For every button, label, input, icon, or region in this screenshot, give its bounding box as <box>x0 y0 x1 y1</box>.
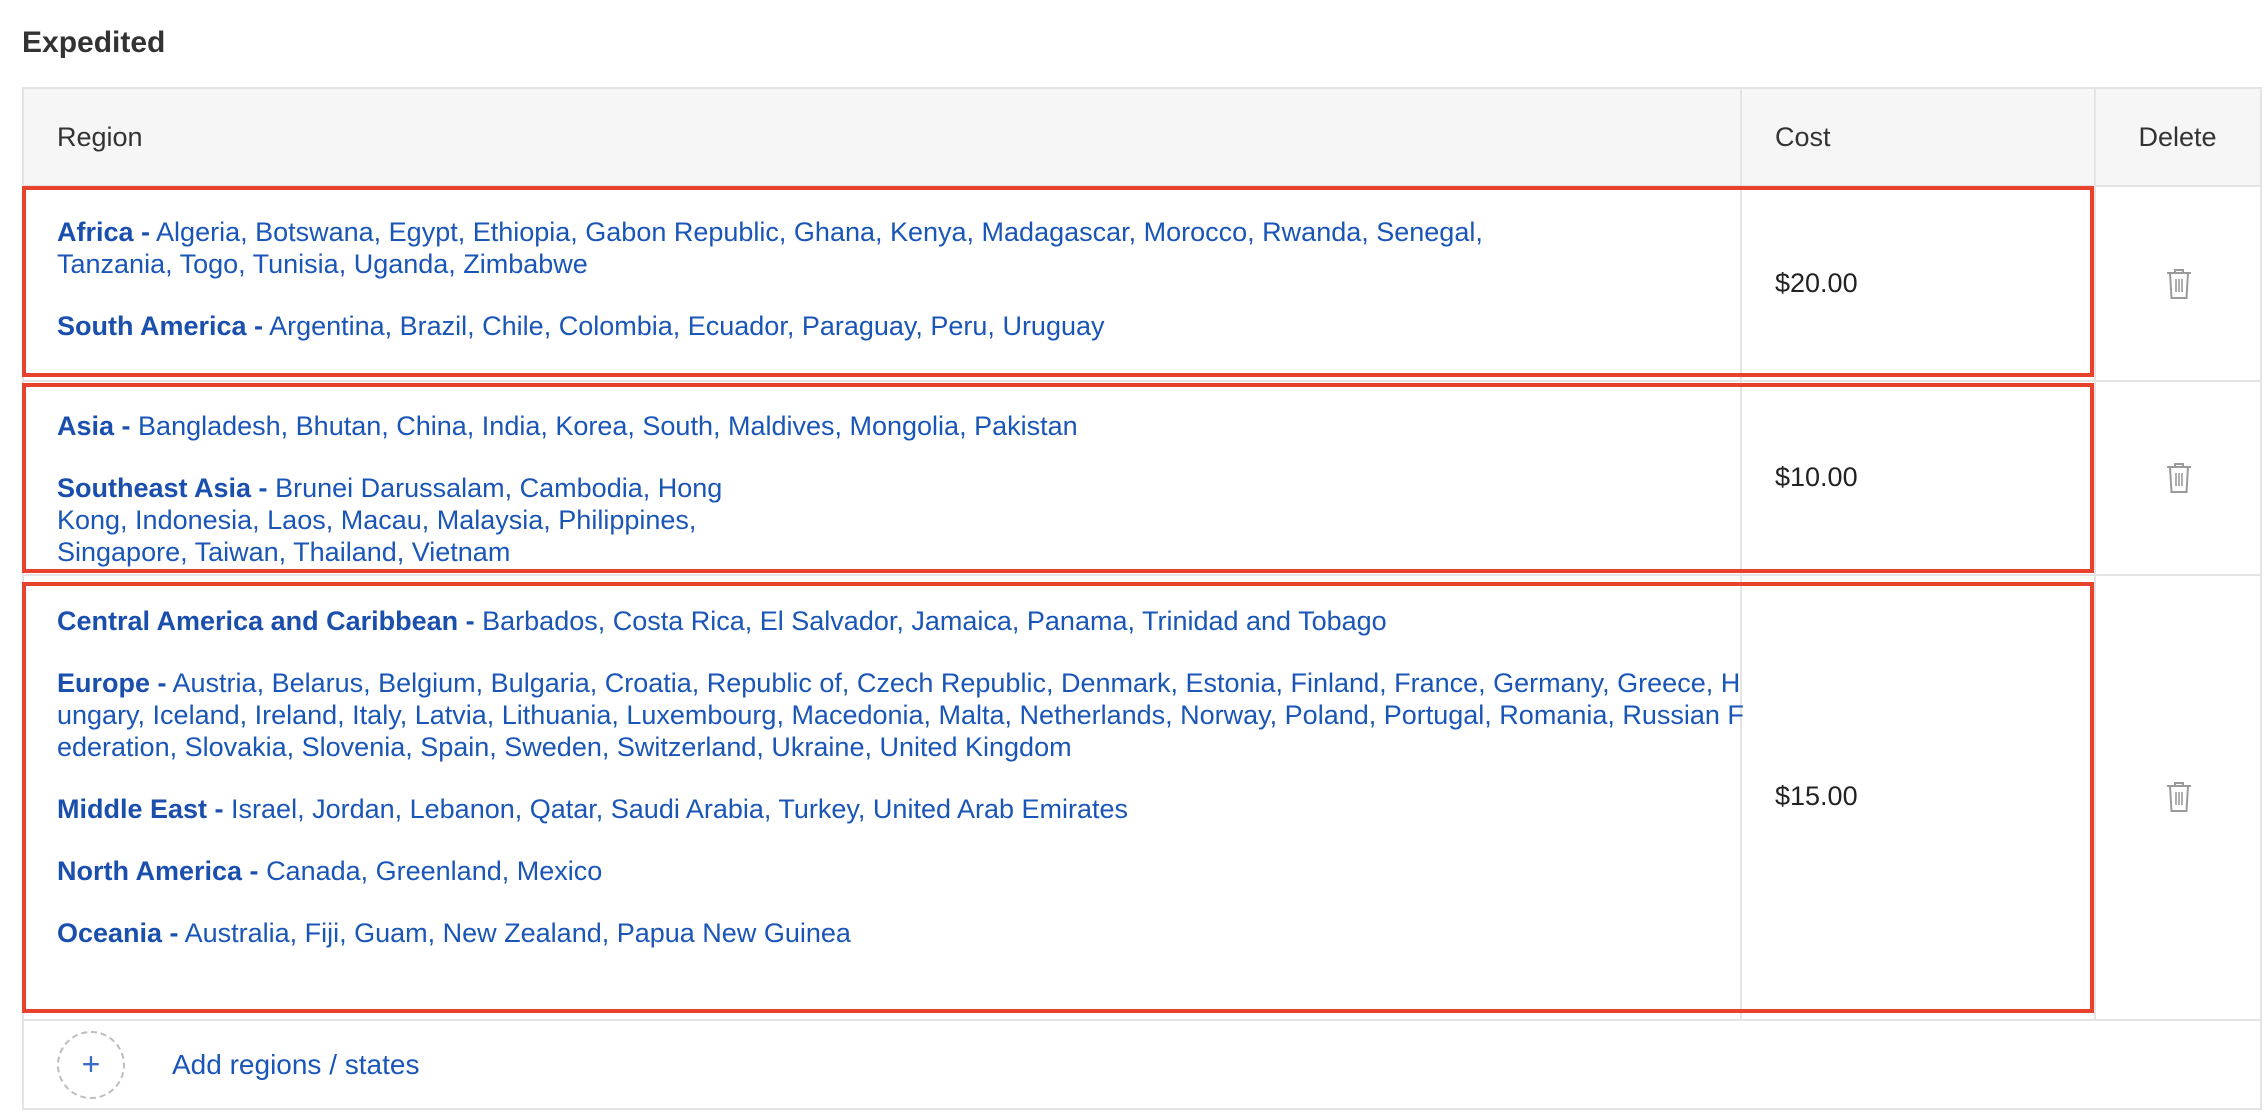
region-countries: Barbados, Costa Rica, El Salvador, Jamai… <box>482 606 1387 636</box>
region-cell: Asia - Bangladesh, Bhutan, China, India,… <box>57 410 1747 568</box>
cost-value: $15.00 <box>1775 781 1858 811</box>
column-header-cost: Cost <box>1775 122 1831 152</box>
region-name: North America - <box>57 856 259 886</box>
add-regions-link[interactable]: Add regions / states <box>172 1019 419 1110</box>
delete-button[interactable] <box>2164 267 2194 301</box>
table-row: Africa - Algeria, Botswana, Egypt, Ethio… <box>24 187 2260 382</box>
region-countries: Australia, Fiji, Guam, New Zealand, Papu… <box>184 918 851 948</box>
region-name: Middle East - <box>57 794 224 824</box>
region-name: Europe - <box>57 668 167 698</box>
region-group[interactable]: South America - Argentina, Brazil, Chile… <box>57 310 1747 342</box>
section-title: Expedited <box>22 26 166 59</box>
region-countries: Bangladesh, Bhutan, China, India, Korea,… <box>138 411 1078 441</box>
region-countries: Algeria, Botswana, Egypt, Ethiopia, Gabo… <box>57 217 1483 279</box>
trash-icon <box>2167 269 2191 299</box>
column-header-delete: Delete <box>2138 122 2217 152</box>
region-countries: Canada, Greenland, Mexico <box>266 856 603 886</box>
cost-value: $20.00 <box>1775 268 1858 298</box>
delete-button[interactable] <box>2164 780 2194 814</box>
region-group[interactable]: Africa - Algeria, Botswana, Egypt, Ethio… <box>57 216 1517 280</box>
column-header-region: Region <box>57 122 143 152</box>
region-cell: Africa - Algeria, Botswana, Egypt, Ethio… <box>57 216 1747 342</box>
region-group[interactable]: Middle East - Israel, Jordan, Lebanon, Q… <box>57 793 1747 825</box>
trash-icon <box>2167 463 2191 493</box>
region-group[interactable]: Oceania - Australia, Fiji, Guam, New Zea… <box>57 917 1747 949</box>
region-group[interactable]: Asia - Bangladesh, Bhutan, China, India,… <box>57 410 1747 442</box>
shipping-rates-table: Region Cost Delete Africa - Algeria, Bot… <box>22 87 2262 1110</box>
delete-button[interactable] <box>2164 461 2194 495</box>
add-regions-row: + Add regions / states <box>24 1019 2260 1110</box>
region-cell: Central America and Caribbean - Barbados… <box>57 605 1747 949</box>
trash-icon <box>2167 782 2191 812</box>
cost-value: $10.00 <box>1775 462 1858 492</box>
region-name: Oceania - <box>57 918 179 948</box>
region-name: Southeast Asia - <box>57 473 268 503</box>
plus-icon: + <box>81 1046 101 1082</box>
region-name: South America - <box>57 311 264 341</box>
region-group[interactable]: North America - Canada, Greenland, Mexic… <box>57 855 1747 887</box>
region-countries: Argentina, Brazil, Chile, Colombia, Ecua… <box>269 311 1105 341</box>
region-group[interactable]: Southeast Asia - Brunei Darussalam, Camb… <box>57 472 777 568</box>
region-name: Africa - <box>57 217 151 247</box>
table-row: Central America and Caribbean - Barbados… <box>24 574 2260 1021</box>
region-group[interactable]: Europe - Austria, Belarus, Belgium, Bulg… <box>57 667 1747 763</box>
region-name: Central America and Caribbean - <box>57 606 475 636</box>
region-countries: Austria, Belarus, Belgium, Bulgaria, Cro… <box>57 668 1744 762</box>
region-group[interactable]: Central America and Caribbean - Barbados… <box>57 605 1747 637</box>
region-name: Asia - <box>57 411 131 441</box>
table-row: Asia - Bangladesh, Bhutan, China, India,… <box>24 380 2260 576</box>
region-countries: Israel, Jordan, Lebanon, Qatar, Saudi Ar… <box>231 794 1129 824</box>
table-header: Region Cost Delete <box>24 89 2260 187</box>
add-region-button[interactable]: + <box>57 1031 125 1099</box>
